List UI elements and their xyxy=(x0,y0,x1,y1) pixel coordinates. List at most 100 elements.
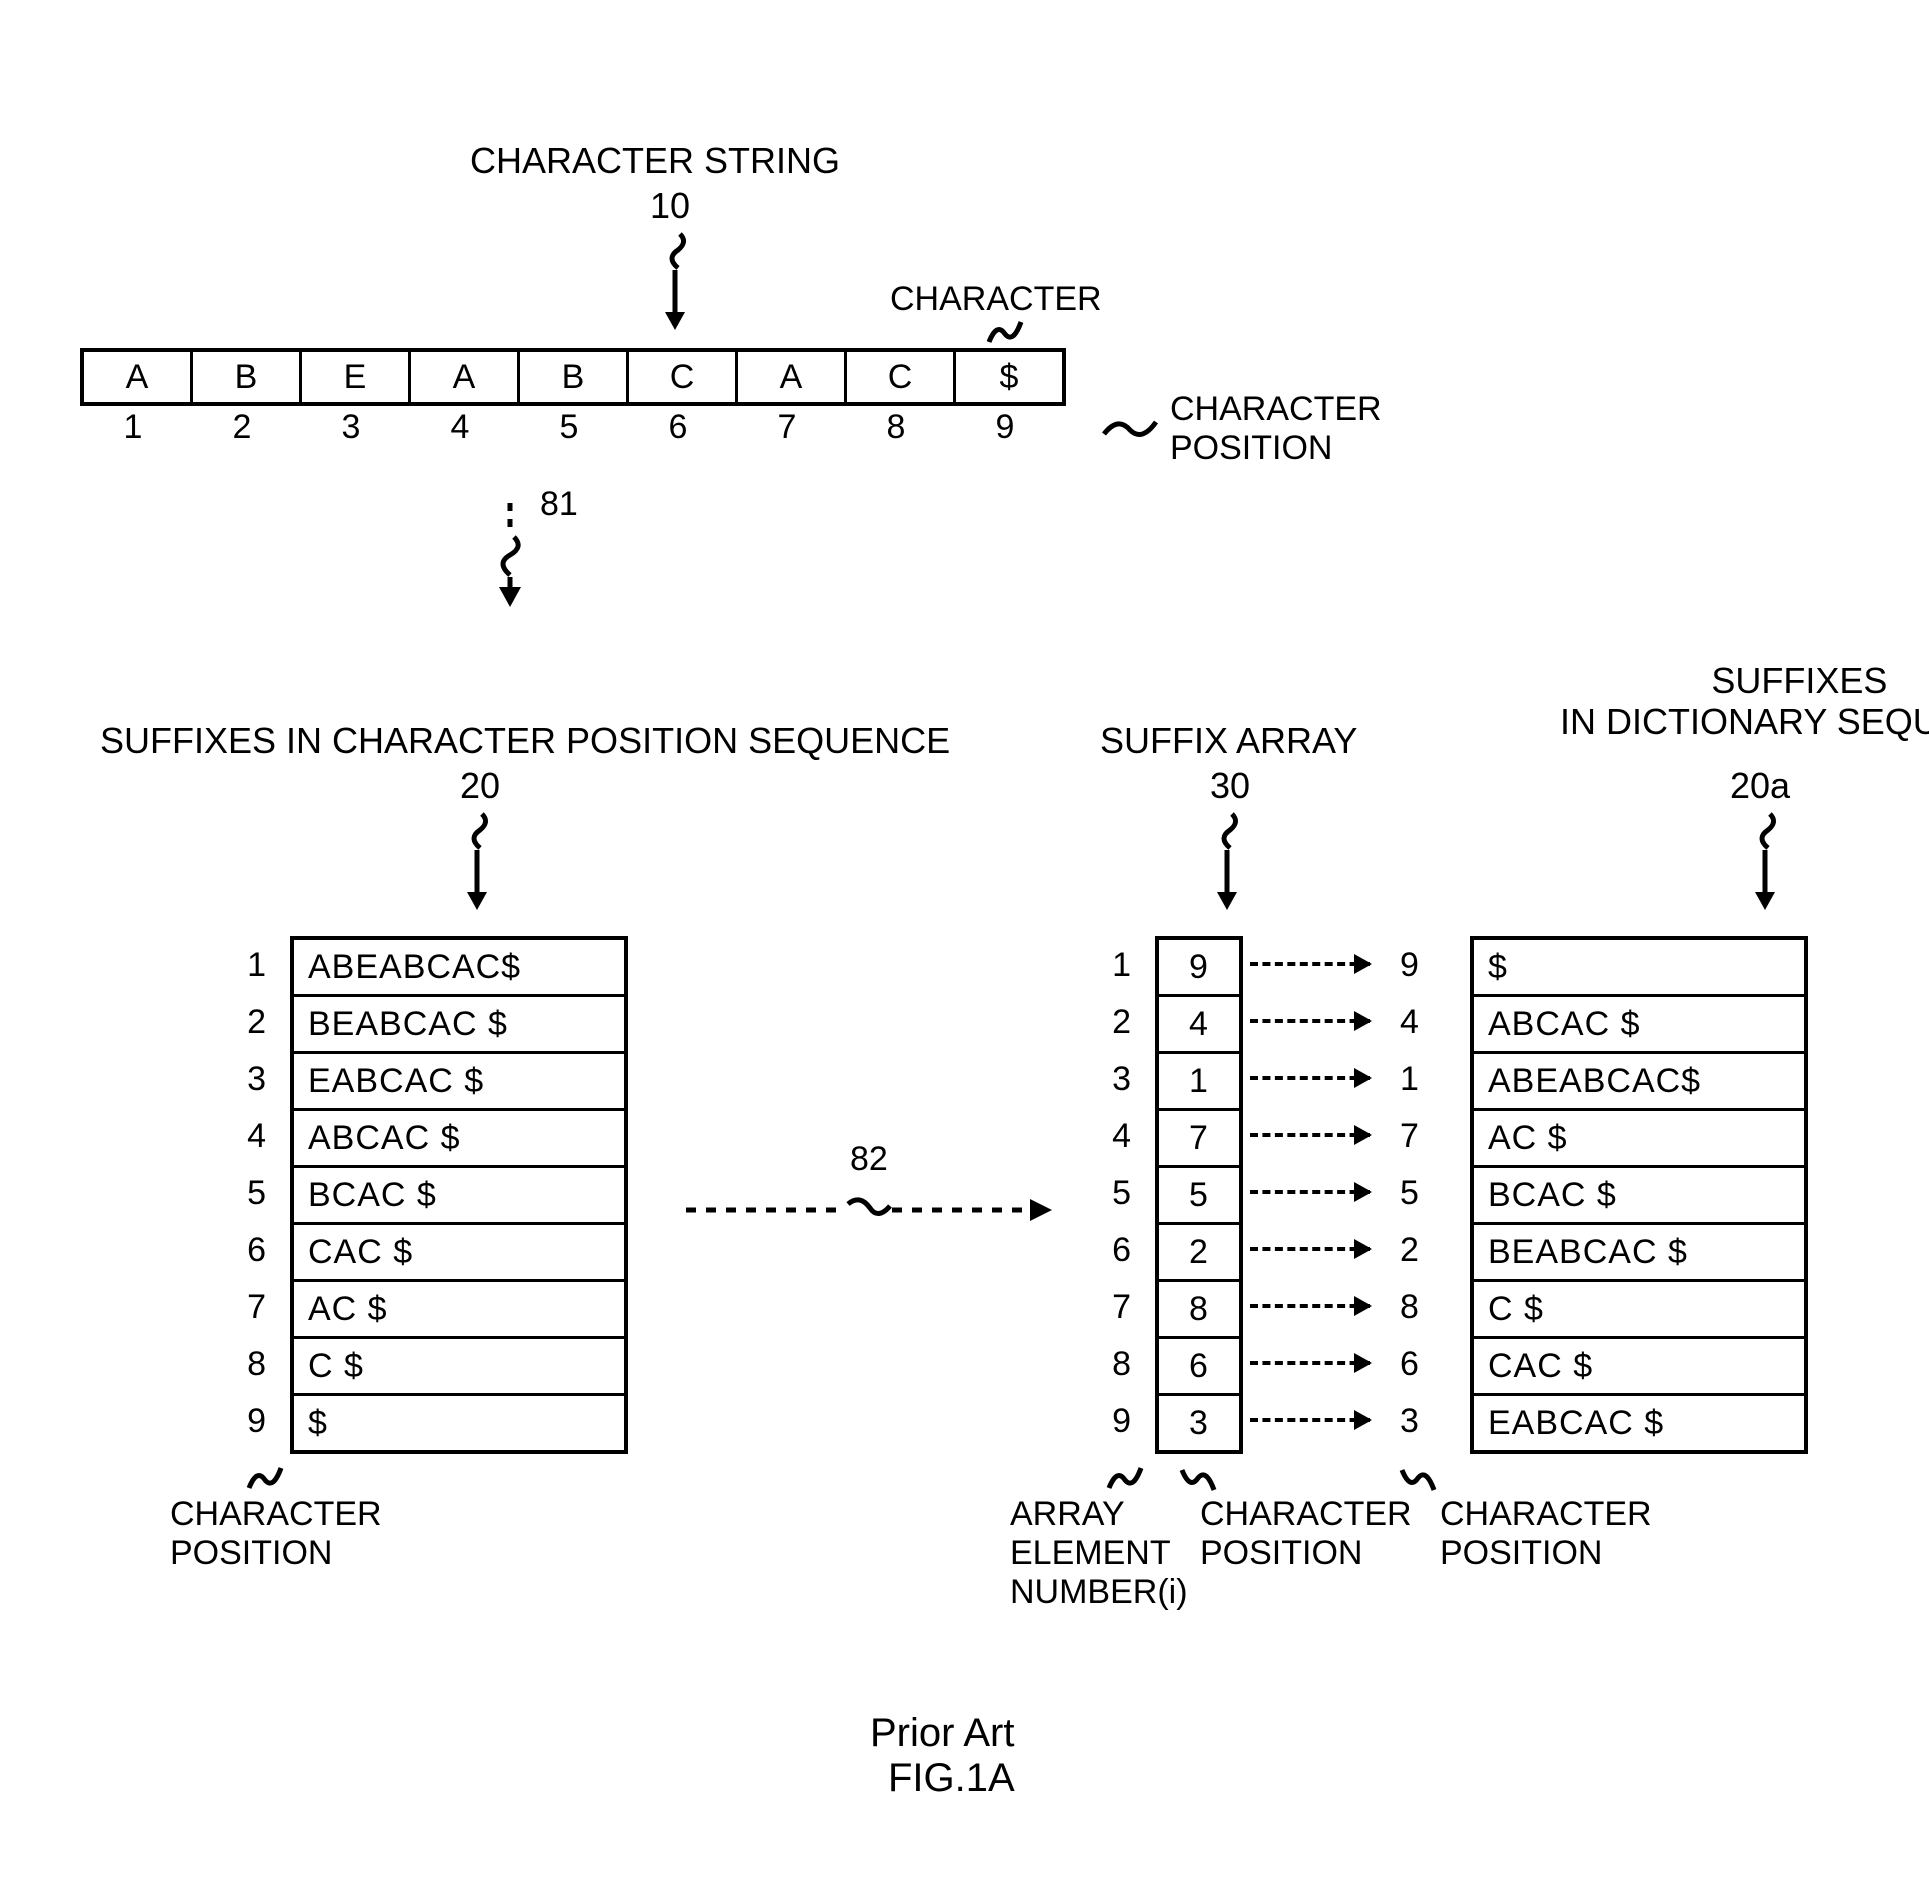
mapping-arrow-icon xyxy=(1250,1247,1370,1271)
suffix-dict-title-label: SUFFIXES IN DICTIONARY SEQUENCE xyxy=(1560,660,1929,743)
mapping-arrow-icon xyxy=(1250,1304,1370,1328)
suffix-array-cell: 7 xyxy=(1159,1111,1239,1168)
char-position-side-label: CHARACTER POSITION xyxy=(1170,390,1382,468)
char-position-row: 123456789 xyxy=(80,408,1061,447)
prior-art-label: Prior Art xyxy=(870,1710,1014,1756)
suffixes-dict-row: $ xyxy=(1474,940,1804,997)
suffixes-pos-row: $ xyxy=(294,1396,624,1450)
char-position-cell: 6 xyxy=(625,408,734,447)
pointer-suffix-dict-icon xyxy=(1740,810,1790,920)
char-position-cell: 9 xyxy=(952,408,1061,447)
transition-81-arrow-icon xyxy=(480,495,540,615)
suffix-array-cell: 3 xyxy=(1159,1396,1239,1450)
suffixes-pos-index: 8 xyxy=(220,1337,280,1394)
char-position-cell: 4 xyxy=(407,408,516,447)
suffix-array-table: 941752863 xyxy=(1155,936,1243,1454)
suffixes-dict-row: C $ xyxy=(1474,1282,1804,1339)
suffix-array-index: 9 xyxy=(1090,1394,1145,1451)
suffixes-pos-index: 7 xyxy=(220,1280,280,1337)
char-cell: C xyxy=(629,352,738,402)
bridge-number: 2 xyxy=(1400,1223,1450,1280)
mapping-arrow-icon xyxy=(1250,1418,1370,1442)
char-cell: B xyxy=(520,352,629,402)
char-cell: A xyxy=(738,352,847,402)
bridge-number: 8 xyxy=(1400,1280,1450,1337)
mapping-arrow-icon xyxy=(1250,1133,1370,1157)
mapping-arrow-icon xyxy=(1250,1361,1370,1385)
pointer-char-string-icon xyxy=(650,230,700,340)
suffixes-pos-row: ABEABCAC$ xyxy=(294,940,624,997)
suffixes-pos-row: CAC $ xyxy=(294,1225,624,1282)
mapping-arrow-icon xyxy=(1250,1076,1370,1100)
suffixes-pos-row: BEABCAC $ xyxy=(294,997,624,1054)
squiggle-char-position-icon xyxy=(1100,418,1160,453)
suffix-array-cell: 1 xyxy=(1159,1054,1239,1111)
suffixes-dict-row: BEABCAC $ xyxy=(1474,1225,1804,1282)
squiggle-array-elem-icon xyxy=(1105,1464,1145,1499)
char-pos-mid-label: CHARACTER POSITION xyxy=(1200,1495,1412,1573)
suffixes-pos-index: 2 xyxy=(220,995,280,1052)
suffixes-dict-row: AC $ xyxy=(1474,1111,1804,1168)
suffix-array-title-label: SUFFIX ARRAY xyxy=(1100,720,1357,761)
suffixes-pos-index: 3 xyxy=(220,1052,280,1109)
suffix-array-index: 6 xyxy=(1090,1223,1145,1280)
suffix-array-cell: 9 xyxy=(1159,940,1239,997)
mapping-arrow-icon xyxy=(1250,962,1370,986)
suffixes-dict-row: CAC $ xyxy=(1474,1339,1804,1396)
char-pos-right-label: CHARACTER POSITION xyxy=(1440,1495,1652,1573)
char-string-row: ABEABCAC$ xyxy=(80,348,1066,406)
bridge-number: 7 xyxy=(1400,1109,1450,1166)
char-position-cell: 1 xyxy=(80,408,189,447)
transition-81-label: 81 xyxy=(540,485,578,524)
char-string-ref-label: 10 xyxy=(650,185,690,226)
char-position-cell: 7 xyxy=(734,408,843,447)
bridge-numbers-col: 941752863 xyxy=(1400,938,1450,1451)
bridge-number: 5 xyxy=(1400,1166,1450,1223)
array-elem-num-label: ARRAY ELEMENT NUMBER(i) xyxy=(1010,1495,1188,1612)
suffix-array-cell: 2 xyxy=(1159,1225,1239,1282)
bridge-number: 6 xyxy=(1400,1337,1450,1394)
suffix-array-index: 8 xyxy=(1090,1337,1145,1394)
suffixes-pos-index: 5 xyxy=(220,1166,280,1223)
suffixes-dict-row: ABEABCAC$ xyxy=(1474,1054,1804,1111)
suffix-array-index: 5 xyxy=(1090,1166,1145,1223)
pointer-suffixes-pos-icon xyxy=(452,810,502,920)
char-cell: C xyxy=(847,352,956,402)
suffixes-pos-row: BCAC $ xyxy=(294,1168,624,1225)
suffix-array-index: 7 xyxy=(1090,1280,1145,1337)
suffix-array-index: 4 xyxy=(1090,1109,1145,1166)
suffix-array-ref-label: 30 xyxy=(1210,765,1250,806)
suffixes-pos-index: 4 xyxy=(220,1109,280,1166)
squiggle-char-position-bl-icon xyxy=(245,1464,285,1499)
char-cell: A xyxy=(84,352,193,402)
suffixes-pos-index-col: 123456789 xyxy=(220,938,280,1451)
char-cell: E xyxy=(302,352,411,402)
char-position-cell: 8 xyxy=(843,408,952,447)
suffix-array-index: 3 xyxy=(1090,1052,1145,1109)
suffixes-pos-row: ABCAC $ xyxy=(294,1111,624,1168)
suffix-array-index: 2 xyxy=(1090,995,1145,1052)
bridge-number: 3 xyxy=(1400,1394,1450,1451)
squiggle-char-pos-mid-icon xyxy=(1178,1464,1218,1499)
suffix-array-index: 1 xyxy=(1090,938,1145,995)
bridge-number: 9 xyxy=(1400,938,1450,995)
char-position-cell: 3 xyxy=(298,408,407,447)
suffixes-dict-row: ABCAC $ xyxy=(1474,997,1804,1054)
suffixes-dict-table: $ABCAC $ABEABCAC$AC $BCAC $BEABCAC $C $C… xyxy=(1470,936,1808,1454)
suffixes-pos-table: ABEABCAC$BEABCAC $EABCAC $ABCAC $BCAC $C… xyxy=(290,936,628,1454)
char-position-bottom-left-label: CHARACTER POSITION xyxy=(170,1495,382,1573)
suffix-array-cell: 8 xyxy=(1159,1282,1239,1339)
suffixes-pos-index: 9 xyxy=(220,1394,280,1451)
transition-82-label: 82 xyxy=(850,1140,888,1179)
suffixes-pos-row: EABCAC $ xyxy=(294,1054,624,1111)
bridge-number: 1 xyxy=(1400,1052,1450,1109)
bridge-number: 4 xyxy=(1400,995,1450,1052)
suffix-dict-ref-label: 20a xyxy=(1730,765,1790,806)
suffixes-pos-index: 6 xyxy=(220,1223,280,1280)
suffixes-pos-ref-label: 20 xyxy=(460,765,500,806)
pointer-suffix-array-icon xyxy=(1202,810,1252,920)
suffix-array-cell: 4 xyxy=(1159,997,1239,1054)
suffix-array-index-col: 123456789 xyxy=(1090,938,1145,1451)
char-cell: B xyxy=(193,352,302,402)
squiggle-char-pos-right-icon xyxy=(1398,1464,1438,1499)
